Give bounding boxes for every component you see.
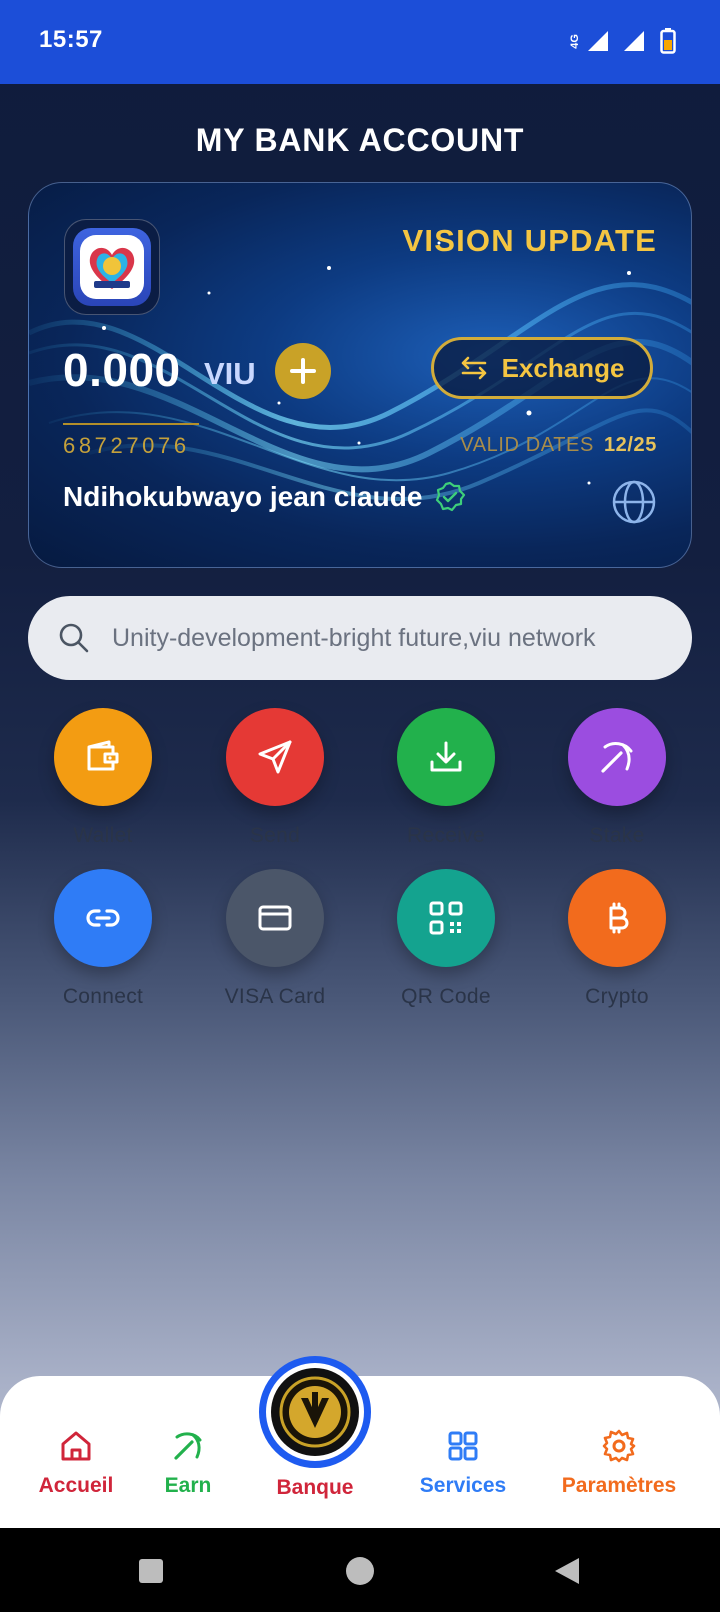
action-label: Crypto xyxy=(585,985,649,1008)
pickaxe-icon xyxy=(601,742,633,773)
card-number: 68727076 xyxy=(63,433,190,458)
nav-item-earn[interactable]: Earn xyxy=(148,1426,228,1498)
status-bar: 15:57 4G xyxy=(0,0,720,84)
valid-dates-label: VALID DATES xyxy=(460,434,594,456)
valid-dates: VALID DATES 12/25 xyxy=(460,434,657,457)
globe-icon[interactable] xyxy=(611,479,657,525)
balance-amount: 0.000 xyxy=(63,344,181,396)
heart-globe-logo-icon xyxy=(89,247,135,289)
nav-item-services[interactable]: Services xyxy=(405,1426,521,1498)
home-nav-icon[interactable] xyxy=(345,1556,375,1586)
nav-item-label: Accueil xyxy=(38,1474,114,1497)
bank-card: VISION UPDATE 0.000 VIU Exchange 6872707… xyxy=(28,182,692,568)
network-type-label: 4G xyxy=(569,33,581,49)
credit-card-icon xyxy=(258,905,292,931)
action-qr-code-circle[interactable] xyxy=(397,869,495,967)
nav-item-banque[interactable] xyxy=(259,1356,371,1468)
link-icon xyxy=(86,909,120,927)
action-send[interactable]: Send xyxy=(205,708,345,848)
card-holder: Ndihokubwayo jean claude xyxy=(63,481,466,513)
card-holder-name: Ndihokubwayo jean claude xyxy=(63,481,423,512)
card-brand: VISION UPDATE xyxy=(402,223,657,258)
action-crypto-circle[interactable] xyxy=(568,869,666,967)
page-title: MY BANK ACCOUNT xyxy=(195,122,525,158)
action-label: Connect xyxy=(62,985,144,1008)
action-label: Receive xyxy=(407,824,485,847)
qr-code-icon xyxy=(429,901,463,935)
nav-item-parametres[interactable]: Paramètres xyxy=(546,1426,692,1498)
valid-dates-value: 12/25 xyxy=(603,434,657,456)
balance-currency: VIU xyxy=(204,356,256,391)
action-wallet[interactable]: Wallet xyxy=(33,708,173,848)
action-connect[interactable]: Connect xyxy=(33,869,173,1009)
action-label: Send xyxy=(249,824,301,847)
swap-icon xyxy=(461,356,486,380)
action-connect-circle[interactable] xyxy=(54,869,152,967)
pickaxe-icon xyxy=(174,1432,202,1460)
settings-icon xyxy=(602,1429,636,1463)
action-label: Stake xyxy=(589,824,645,847)
wallet-icon xyxy=(87,740,119,771)
nav-item-banque-label: Banque xyxy=(276,1476,354,1499)
system-nav-bar xyxy=(0,1528,720,1612)
home-icon xyxy=(61,1431,91,1461)
add-funds-button[interactable] xyxy=(275,343,331,399)
action-visa-card-circle[interactable] xyxy=(226,869,324,967)
status-time: 15:57 xyxy=(39,26,103,53)
grid-icon xyxy=(448,1431,478,1461)
recent-apps-icon[interactable] xyxy=(138,1558,164,1584)
nav-item-label: Services xyxy=(419,1474,507,1497)
action-label: VISA Card xyxy=(224,985,326,1008)
action-wallet-circle[interactable] xyxy=(54,708,152,806)
exchange-button[interactable]: Exchange xyxy=(431,337,653,399)
verified-badge-icon xyxy=(436,481,466,512)
action-label: Wallet xyxy=(73,824,133,847)
action-label: QR Code xyxy=(401,985,491,1008)
bitcoin-icon xyxy=(609,902,629,934)
plus-icon xyxy=(290,358,316,384)
card-divider xyxy=(63,423,199,425)
action-receive[interactable]: Receive xyxy=(376,708,516,848)
action-qr-code[interactable]: QR Code xyxy=(376,869,516,1009)
search-input[interactable] xyxy=(112,616,682,660)
app-logo xyxy=(64,219,160,315)
nav-item-accueil[interactable]: Accueil xyxy=(28,1426,124,1498)
back-icon[interactable] xyxy=(553,1556,581,1586)
exchange-label: Exchange xyxy=(501,352,625,383)
action-receive-circle[interactable] xyxy=(397,708,495,806)
action-stake[interactable]: Stake xyxy=(547,708,687,848)
action-send-circle[interactable] xyxy=(226,708,324,806)
search-bar[interactable] xyxy=(28,596,692,680)
nav-item-label: Paramètres xyxy=(561,1474,677,1497)
status-icons: 4G xyxy=(569,28,676,54)
action-visa-card[interactable]: VISA Card xyxy=(205,869,345,1009)
download-icon xyxy=(430,741,462,772)
signal-icon xyxy=(588,31,608,51)
nav-item-label: Earn xyxy=(164,1474,212,1497)
action-stake-circle[interactable] xyxy=(568,708,666,806)
search-icon xyxy=(59,623,89,653)
action-crypto[interactable]: Crypto xyxy=(547,869,687,1009)
battery-icon xyxy=(660,28,676,54)
viu-logo-icon xyxy=(279,1376,351,1448)
send-icon xyxy=(258,740,292,774)
signal-icon xyxy=(624,31,644,51)
